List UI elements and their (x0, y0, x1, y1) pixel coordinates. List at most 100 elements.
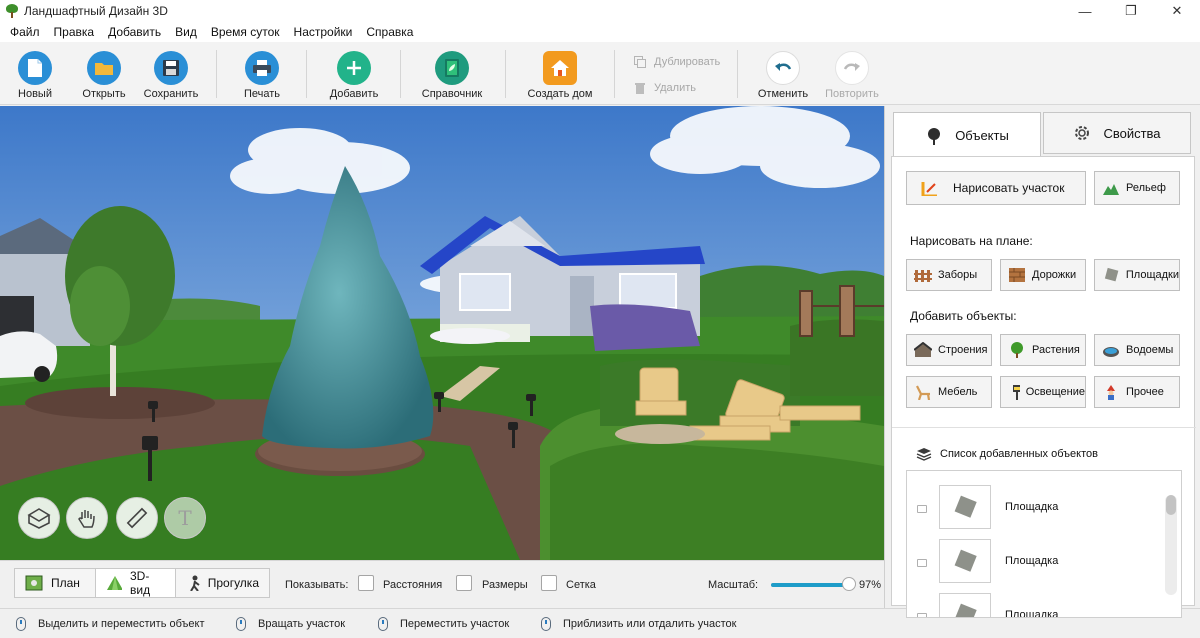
pan-view-button[interactable] (66, 497, 108, 539)
toolbar-separator (306, 50, 307, 98)
plant-icon (1011, 342, 1023, 358)
folder-icon (87, 51, 121, 85)
duplicate-button[interactable]: Дублировать (634, 56, 720, 68)
window-title: Ландшафтный Дизайн 3D (24, 4, 168, 18)
objects-list[interactable]: Площадка Площадка Площадка (906, 470, 1182, 618)
open-button[interactable]: Открыть (78, 42, 130, 105)
print-button[interactable]: Печать (240, 42, 284, 105)
menu-edit[interactable]: Правка (47, 22, 102, 42)
printer-icon (245, 51, 279, 85)
new-button[interactable]: Новый (12, 42, 58, 105)
measure-button[interactable] (116, 497, 158, 539)
house-icon (543, 51, 577, 85)
objects-panel: Нарисовать участок Рельеф Нарисовать на … (891, 156, 1196, 618)
mountain-icon (1103, 184, 1119, 195)
draw-on-plan-heading: Нарисовать на плане: (910, 234, 1033, 248)
floppy-icon (154, 51, 188, 85)
mouse-left-icon (16, 616, 26, 631)
close-button[interactable]: ✕ (1154, 0, 1200, 22)
new-file-icon (18, 51, 52, 85)
layers-icon (916, 448, 932, 461)
scale-slider[interactable] (771, 577, 856, 591)
walking-person-icon (190, 575, 200, 591)
toolbar-separator (505, 50, 506, 98)
hint-zoom: Приблизить или отдалить участок (541, 609, 736, 638)
rotate-icon (27, 508, 51, 529)
minimize-button[interactable]: — (1062, 0, 1108, 22)
menu-time-of-day[interactable]: Время суток (204, 22, 287, 42)
sizes-checkbox[interactable] (456, 575, 472, 591)
garden-scene (0, 106, 884, 560)
menu-view[interactable]: Вид (168, 22, 204, 42)
fences-button[interactable]: Заборы (906, 259, 992, 291)
tab-3d-view[interactable]: 3D-вид (95, 568, 176, 598)
rotate-view-button[interactable] (18, 497, 60, 539)
create-house-button[interactable]: Создать дом (525, 42, 595, 105)
draw-plot-button[interactable]: Нарисовать участок (906, 171, 1086, 205)
book-icon (435, 51, 469, 85)
plants-button[interactable]: Растения (1000, 334, 1086, 366)
app-tree-icon (5, 4, 19, 18)
hint-move: Переместить участок (378, 609, 509, 638)
maximize-button[interactable]: ❐ (1108, 0, 1154, 22)
furniture-button[interactable]: Мебель (906, 376, 992, 408)
buildings-button[interactable]: Строения (906, 334, 992, 366)
distances-label: Расстояния (383, 579, 443, 591)
redo-button[interactable]: Повторить (823, 42, 881, 105)
lighting-button[interactable]: Освещение (1000, 376, 1086, 408)
menu-file[interactable]: Файл (3, 22, 47, 42)
redo-icon (835, 51, 869, 85)
lamp-icon (1013, 385, 1020, 400)
list-item-thumbnail (939, 539, 991, 583)
view-bar: План 3D-вид Прогулка Показывать: Расстоя… (0, 560, 884, 608)
lock-icon[interactable] (917, 559, 927, 567)
toolbar-separator (614, 50, 615, 98)
list-item[interactable]: Площадка (907, 593, 1157, 617)
panel-divider (892, 427, 1196, 428)
menu-settings[interactable]: Настройки (287, 22, 360, 42)
grid-checkbox[interactable] (541, 575, 557, 591)
ponds-button[interactable]: Водоемы (1094, 334, 1180, 366)
tab-properties[interactable]: Свойства (1043, 112, 1191, 154)
grid-label: Сетка (566, 579, 596, 591)
lock-icon[interactable] (917, 505, 927, 513)
other-button[interactable]: Прочее (1094, 376, 1180, 408)
menu-add[interactable]: Добавить (101, 22, 168, 42)
scale-slider-thumb[interactable] (841, 577, 856, 591)
toolbar-separator (216, 50, 217, 98)
tab-objects[interactable]: Объекты (893, 112, 1041, 158)
save-button[interactable]: Сохранить (142, 42, 200, 105)
3d-viewport[interactable]: T (0, 106, 884, 560)
draw-plot-icon (921, 182, 937, 196)
sizes-label: Размеры (482, 579, 528, 591)
pond-icon (1103, 347, 1119, 357)
areas-button[interactable]: Площадки (1094, 259, 1180, 291)
scale-label: Масштаб: (708, 579, 759, 591)
undo-button[interactable]: Отменить (755, 42, 811, 105)
tab-walk[interactable]: Прогулка (175, 568, 270, 598)
delete-button[interactable]: Удалить (634, 82, 696, 94)
list-scrollbar[interactable] (1165, 495, 1177, 595)
relief-button[interactable]: Рельеф (1094, 171, 1180, 205)
distances-checkbox[interactable] (358, 575, 374, 591)
chair-icon (916, 385, 931, 400)
list-scrollbar-thumb[interactable] (1166, 495, 1176, 515)
reference-button[interactable]: Справочник (418, 42, 486, 105)
lock-icon[interactable] (917, 613, 927, 617)
add-button[interactable]: Добавить (326, 42, 382, 105)
right-panel: Объекты Свойства Нарисовать участок Рель… (884, 106, 1200, 618)
tab-plan[interactable]: План (14, 568, 96, 598)
title-bar: Ландшафтный Дизайн 3D — ❐ ✕ (0, 0, 1200, 22)
plus-icon (337, 51, 371, 85)
paths-button[interactable]: Дорожки (1000, 259, 1086, 291)
scale-value: 97% (859, 579, 882, 591)
building-icon (914, 342, 932, 357)
fence-icon (914, 270, 932, 282)
mouse-wheel-icon (541, 616, 551, 631)
text-tool-button[interactable]: T (164, 497, 206, 539)
bricks-icon (1009, 268, 1025, 282)
list-item[interactable]: Площадка (907, 485, 1157, 539)
hint-rotate: Вращать участок (236, 609, 345, 638)
list-item[interactable]: Площадка (907, 539, 1157, 593)
menu-help[interactable]: Справка (359, 22, 420, 42)
